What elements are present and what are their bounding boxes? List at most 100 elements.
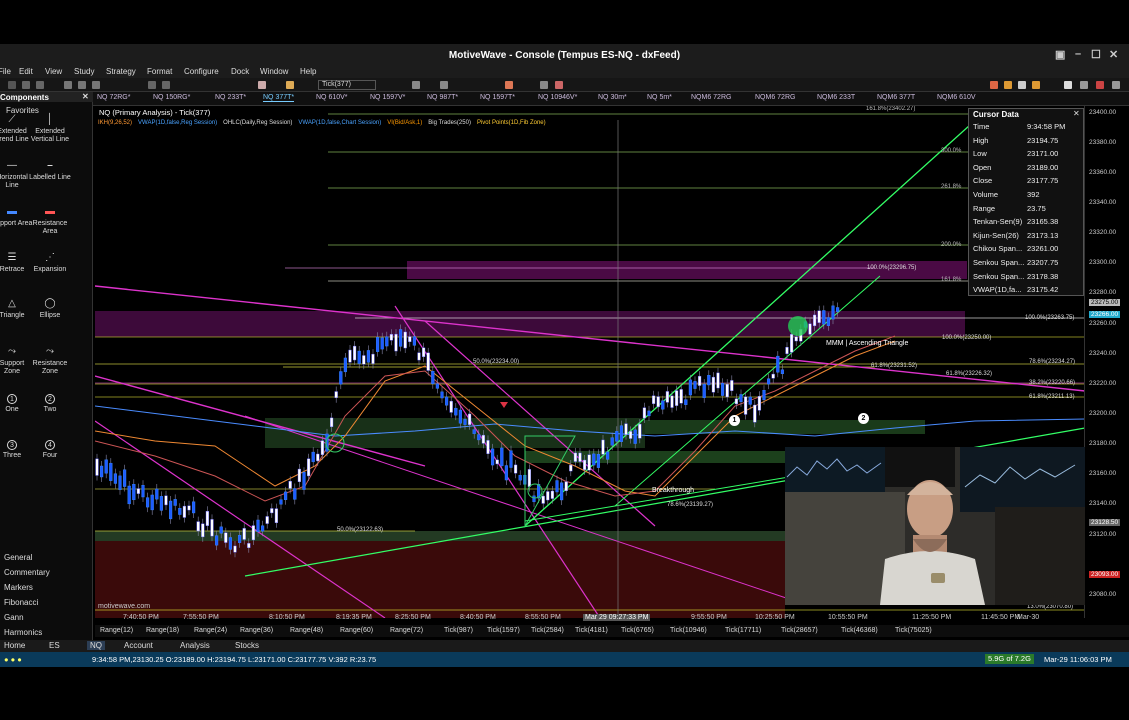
menu-dock[interactable]: Dock (231, 67, 249, 76)
bar-type-icon[interactable] (412, 81, 420, 89)
bar-size-preset[interactable]: Range(12) (100, 627, 133, 634)
menu-configure[interactable]: Configure (184, 67, 219, 76)
tool-d-icon[interactable] (1032, 81, 1040, 89)
study-legend-item[interactable]: IKH(9,26,52) (98, 120, 132, 126)
study-legend-item[interactable]: Big Trades(250) (428, 120, 471, 126)
tool-b-icon[interactable] (1004, 81, 1012, 89)
category-harmonics[interactable]: Harmonics (4, 628, 42, 637)
time-axis[interactable]: 7:40:50 PM 7:55:50 PM 8:10:50 PM 8:19:35 PM… (95, 613, 1084, 624)
category-gann[interactable]: Gann (4, 613, 24, 622)
marker-one[interactable]: 1 (729, 415, 740, 426)
tool-four[interactable]: 4 Four (29, 440, 71, 460)
category-general[interactable]: General (4, 553, 32, 562)
pen-icon[interactable] (505, 81, 513, 89)
redo-icon[interactable] (162, 81, 170, 89)
tool-a-icon[interactable] (990, 81, 998, 89)
category-commentary[interactable]: Commentary (4, 568, 50, 577)
tool-resistance-area[interactable]: ▬ Resistance Area (29, 207, 71, 236)
symbol-tab[interactable]: NQM6 610V (937, 94, 976, 101)
symbol-tab[interactable]: NQ 30m* (598, 94, 627, 101)
undo-icon[interactable] (148, 81, 156, 89)
tool-f-icon[interactable] (1080, 81, 1088, 89)
study-legend-item[interactable]: VI(Bid/Ask,1) (387, 120, 422, 126)
bar-size-preset[interactable]: Tick(4181) (575, 627, 608, 634)
category-markers[interactable]: Markers (4, 583, 33, 592)
new-icon[interactable] (8, 81, 16, 89)
menu-format[interactable]: Format (147, 67, 172, 76)
symbol-tab[interactable]: NQM6 72RG (755, 94, 795, 101)
bar-size-preset[interactable]: Tick(10946) (670, 627, 707, 634)
bar-size-preset[interactable]: Tick(17711) (725, 627, 761, 634)
workspace-tab-nq[interactable]: NQ (87, 641, 105, 650)
menu-help[interactable]: Help (300, 67, 316, 76)
maximize-icon[interactable]: ☐ (1091, 48, 1101, 61)
bar-size-preset[interactable]: Range(24) (194, 627, 227, 634)
tool-labelled-line[interactable]: ⎯ Labelled Line (29, 161, 71, 182)
bar-size-preset[interactable]: Range(48) (290, 627, 323, 634)
minimize-icon[interactable]: – (1075, 48, 1081, 60)
price-axis[interactable]: 23400.00 23380.00 23360.00 23340.00 23320.00… (1084, 106, 1129, 618)
tool-vertical-line[interactable]: │ Extended Vertical Line (29, 115, 71, 144)
bar-size-preset[interactable]: Range(36) (240, 627, 273, 634)
bar-size-preset[interactable]: Tick(1597) (487, 627, 520, 634)
open-icon[interactable] (22, 81, 30, 89)
bar-size-preset[interactable]: Range(72) (390, 627, 423, 634)
chart-icon[interactable] (64, 81, 72, 89)
symbol-tab[interactable]: NQM6 233T (817, 94, 855, 101)
tool-expansion[interactable]: ⋰ Expansion (29, 253, 71, 274)
study-legend-item[interactable]: VWAP(1D,false,Chart Session) (298, 120, 381, 126)
text-icon[interactable] (540, 81, 548, 89)
symbol-tab[interactable]: NQ 5m* (647, 94, 672, 101)
symbol-tab[interactable]: NQ 1597T* (480, 94, 515, 101)
bar-size-preset[interactable]: Tick(75025) (895, 627, 932, 634)
menu-edit[interactable]: Edit (19, 67, 33, 76)
restore-icon[interactable]: ▣ (1055, 48, 1065, 61)
tool-two[interactable]: 2 Two (29, 394, 71, 414)
study-legend-item[interactable]: VWAP(1D,false,Reg Session) (138, 120, 217, 126)
bar-size-select[interactable]: Tick(377) (318, 80, 376, 90)
workspace-tab-home[interactable]: Home (4, 641, 25, 650)
symbol-tab[interactable]: NQ 377T* (263, 94, 295, 102)
menu-file[interactable]: File (0, 67, 11, 76)
symbol-tab[interactable]: NQ 72RG* (97, 94, 130, 101)
symbol-tab[interactable]: NQ 987T* (427, 94, 458, 101)
workspace-tab-stocks[interactable]: Stocks (235, 641, 259, 650)
study-legend-item[interactable]: Pivot Points(1D,Fib Zone) (477, 120, 546, 126)
tool-h-icon[interactable] (1112, 81, 1120, 89)
symbol-tab[interactable]: NQ 1597V* (370, 94, 405, 101)
marker-two[interactable]: 2 (858, 413, 869, 424)
bar-size-preset[interactable]: Tick(2584) (531, 627, 564, 634)
symbol-tab[interactable]: NQ 10946V* (538, 94, 577, 101)
workspace-tab-es[interactable]: ES (49, 641, 60, 650)
menu-window[interactable]: Window (260, 67, 288, 76)
symbol-tab[interactable]: NQ 150RG* (153, 94, 190, 101)
symbol-tab[interactable]: NQM6 72RG (691, 94, 731, 101)
draw-icon[interactable] (286, 81, 294, 89)
category-fibonacci[interactable]: Fibonacci (4, 598, 38, 607)
symbol-tab[interactable]: NQ 610V* (316, 94, 348, 101)
symbol-tab[interactable]: NQ 233T* (215, 94, 246, 101)
menu-view[interactable]: View (45, 67, 62, 76)
bar-size-preset[interactable]: Tick(46368) (841, 627, 878, 634)
workspace-tab-account[interactable]: Account (124, 641, 153, 650)
crosshair-icon[interactable] (258, 81, 266, 89)
tool-e-icon[interactable] (1064, 81, 1072, 89)
bar-size-preset[interactable]: Range(60) (340, 627, 373, 634)
zoom-in-icon[interactable] (78, 81, 86, 89)
symbol-tab[interactable]: NQM6 377T (877, 94, 915, 101)
close-panel-icon[interactable]: ✕ (82, 92, 89, 101)
bar-size-preset[interactable]: Tick(28657) (781, 627, 818, 634)
tool-c-icon[interactable] (1018, 81, 1026, 89)
bar-size-preset[interactable]: Tick(987) (444, 627, 473, 634)
save-icon[interactable] (36, 81, 44, 89)
tool-ellipse[interactable]: ◯ Ellipse (29, 299, 71, 320)
tool-resistance-zone[interactable]: ⤳ Resistance Zone (29, 347, 71, 376)
menu-strategy[interactable]: Strategy (106, 67, 136, 76)
study-icon[interactable] (440, 81, 448, 89)
workspace-tab-analysis[interactable]: Analysis (180, 641, 210, 650)
delete-drawing-icon[interactable] (555, 81, 563, 89)
close-cursor-data-icon[interactable]: ✕ (1073, 109, 1080, 118)
study-legend-item[interactable]: OHLC(Daily,Reg Session) (223, 120, 292, 126)
menu-study[interactable]: Study (74, 67, 94, 76)
zoom-out-icon[interactable] (92, 81, 100, 89)
